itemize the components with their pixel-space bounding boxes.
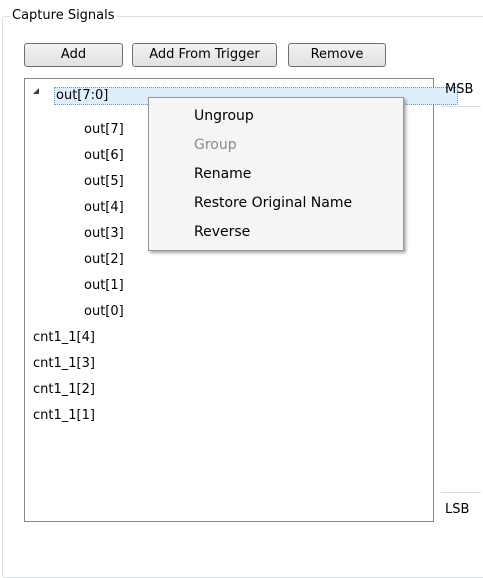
tree-child-item[interactable]: out[0] [84,301,124,323]
group-title: Capture Signals [10,7,117,25]
expand-collapse-icon[interactable] [33,88,39,94]
msb-divider [441,106,481,107]
menu-item-reverse[interactable]: Reverse [194,222,250,242]
tree-item[interactable]: cnt1_1[4] [33,327,95,349]
menu-item-rename[interactable]: Rename [194,164,251,184]
tree-item-label: out[7:0] [56,88,109,103]
menu-item-ungroup[interactable]: Ungroup [194,106,254,126]
add-button[interactable]: Add [24,43,123,67]
menu-item-restore-original-name[interactable]: Restore Original Name [194,193,352,213]
remove-button[interactable]: Remove [288,43,386,67]
tree-child-item[interactable]: out[1] [84,275,124,297]
tree-child-item[interactable]: out[3] [84,223,124,245]
tree-child-item[interactable]: out[6] [84,145,124,167]
tree-child-item[interactable]: out[4] [84,197,124,219]
lsb-label: LSB [445,502,470,517]
msb-label: MSB [445,82,474,97]
tree-item[interactable]: cnt1_1[1] [33,405,95,427]
tree-child-item[interactable]: out[7] [84,119,124,141]
tree-item[interactable]: cnt1_1[2] [33,379,95,401]
tree-child-item[interactable]: out[2] [84,249,124,271]
lsb-divider [441,492,481,493]
menu-item-group[interactable]: Group [194,135,237,155]
context-menu: Ungroup Group Rename Restore Original Na… [148,97,404,251]
tree-child-item[interactable]: out[5] [84,171,124,193]
add-from-trigger-button[interactable]: Add From Trigger [132,43,277,67]
tree-item[interactable]: cnt1_1[3] [33,353,95,375]
